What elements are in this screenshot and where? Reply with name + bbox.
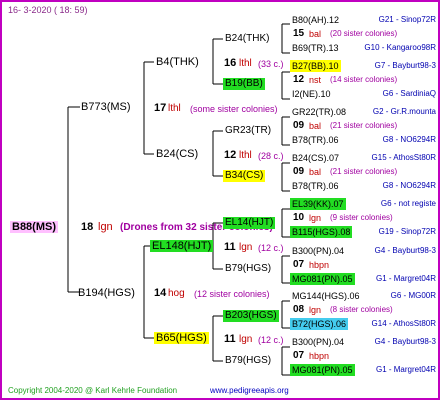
g4-sire-code: G4 - Bayburt98-3 [374, 337, 436, 346]
g2-b4-note: (33 c.) [258, 59, 284, 69]
g4-dam-code: G14 - AthosSt80R [371, 319, 436, 328]
g3-b203-id: B203(HGS) [223, 310, 279, 322]
footer-site: www.pedigreeapis.org [210, 386, 289, 395]
g4-sire-id: B300(PN).04 [292, 337, 345, 347]
g4-line: lgn [309, 305, 322, 315]
g2-b4-id: B4(THK) [156, 56, 199, 68]
g4-line: bal [309, 29, 322, 39]
root-line: lgn [98, 221, 113, 233]
g4-note: (21 sister colonies) [330, 121, 398, 130]
g4-dam-id: B78(TR).06 [292, 135, 339, 145]
g2-b4-generation: 16 [224, 57, 237, 69]
g2-el148-generation: 11 [224, 241, 236, 253]
g4-sire-code: G7 - Bayburt98-3 [374, 61, 436, 70]
g4-sire-code: G15 - AthosSt80R [371, 153, 436, 162]
g1-sire-line: lthl [168, 103, 181, 114]
g4-generation: 08 [293, 304, 305, 315]
g4-note: (8 sister colonies) [330, 305, 393, 314]
header-date: 16- 3-2020 ( 18: 59) [8, 5, 88, 15]
g4-line: bal [309, 121, 322, 131]
pedigree-connector-lines [67, 23, 290, 376]
g4-dam-code: G6 - SardiniaQ [382, 89, 436, 98]
g4-generation: 07 [293, 350, 305, 361]
g4-dam-id: B72(HGS).06 [290, 318, 349, 330]
g4-sire-id: EL39(KK).07 [290, 198, 346, 210]
g4-line: hbpn [309, 351, 330, 361]
g2-b65-line: lgn [239, 334, 253, 345]
g4-dam-id: B78(TR).06 [292, 181, 339, 191]
g4-note: (9 sister colonies) [330, 213, 393, 222]
g4-generation: 15 [293, 28, 305, 39]
g1-sire-generation: 17 [154, 102, 167, 114]
g2-b24-id: B24(CS) [156, 148, 199, 160]
g3-el14-id: EL14(HJT) [223, 217, 276, 229]
g4-generation: 10 [293, 212, 305, 223]
g4-sire-code: G2 - Gr.R.mounta [372, 107, 436, 116]
g1-dam-line: hog [168, 288, 185, 299]
root-generation: 18 [81, 221, 94, 233]
g2-b4-line: lthl [239, 58, 252, 69]
g4-dam-id: MG081(PN).05 [290, 273, 355, 285]
g4-generation: 12 [293, 74, 305, 85]
g4-sire-code: G4 - Bayburt98-3 [374, 246, 436, 255]
g3-b79b-id: B79(HGS) [225, 355, 272, 366]
g4-sire-code: G6 - not registe [380, 199, 436, 208]
root-id: B88(MS) [10, 221, 59, 233]
g4-note: (14 sister colonies) [330, 75, 398, 84]
g1-sire-note: (some sister colonies) [190, 104, 278, 114]
g4-dam-code: G8 - NO6294R [382, 181, 436, 190]
g4-dam-code: G19 - Sinop72R [378, 227, 436, 236]
g3-b34cs-id: B34(CS) [223, 170, 266, 182]
g2-b24-note: (28 c.) [258, 151, 284, 161]
g2-el148-id: EL148(HJT) [150, 240, 214, 252]
g4-note: (20 sister colonies) [330, 29, 398, 38]
g4-note: (21 sister colonies) [330, 167, 398, 176]
g4-generation: 09 [293, 166, 305, 177]
g1-sire-id: B773(MS) [81, 101, 131, 113]
g2-b24-line: lthl [239, 150, 252, 161]
g4-sire-id: B300(PN).04 [292, 246, 345, 256]
g3-gr23-id: GR23(TR) [225, 125, 272, 136]
g3-b79a-id: B79(HGS) [225, 263, 272, 274]
g4-line: lgn [309, 213, 322, 223]
g4-sire-id: B80(AH).12 [292, 15, 340, 25]
pedigree-frame: 16- 3-2020 ( 18: 59) B88(MS) 18 lgn (Dro… [0, 0, 440, 400]
g4-line: nst [309, 75, 322, 85]
g4-generation: 09 [293, 120, 305, 131]
g4-sire-id: MG144(HGS).06 [292, 291, 360, 301]
g4-sire-id: GR22(TR).08 [292, 107, 347, 117]
g4-generation: 07 [293, 259, 305, 270]
g4-dam-code: G1 - Margret04R [375, 365, 436, 374]
g4-sire-id: B24(CS).07 [292, 153, 340, 163]
g1-dam-generation: 14 [154, 287, 167, 299]
g2-b65-generation: 11 [224, 333, 236, 345]
g4-line: hbpn [309, 260, 330, 270]
g2-el148-note: (12 c.) [258, 243, 284, 253]
g4-dam-id: B69(TR).13 [292, 43, 339, 53]
g4-sire-code: G6 - MG00R [390, 291, 436, 300]
g4-dam-id: MG081(PN).05 [290, 364, 355, 376]
g4-dam-code: G1 - Margret04R [375, 274, 436, 283]
g4-dam-code: G10 - Kangaroo98R [364, 43, 436, 52]
footer-copyright: Copyright 2004-2020 @ Karl Kehrle Founda… [8, 386, 178, 395]
g4-sire-id: B27(BB).10 [290, 60, 341, 72]
g4-dam-id: I2(NE).10 [292, 89, 331, 99]
g3-b19bb-id: B19(BB) [223, 78, 265, 90]
g2-b65-note: (12 c.) [258, 335, 284, 345]
g4-dam-code: G8 - NO6294R [382, 135, 436, 144]
g4-line: bal [309, 167, 322, 177]
g2-b65-id: B65(HGS) [154, 332, 209, 344]
g1-dam-note: (12 sister colonies) [194, 289, 270, 299]
g2-b24-generation: 12 [224, 149, 237, 161]
g4-dam-id: B115(HGS).08 [290, 226, 353, 238]
g4-sire-code: G21 - Sinop72R [378, 15, 436, 24]
g2-el148-line: lgn [239, 242, 253, 253]
g1-dam-id: B194(HGS) [78, 287, 135, 299]
g3-b24thk-id: B24(THK) [225, 33, 270, 44]
